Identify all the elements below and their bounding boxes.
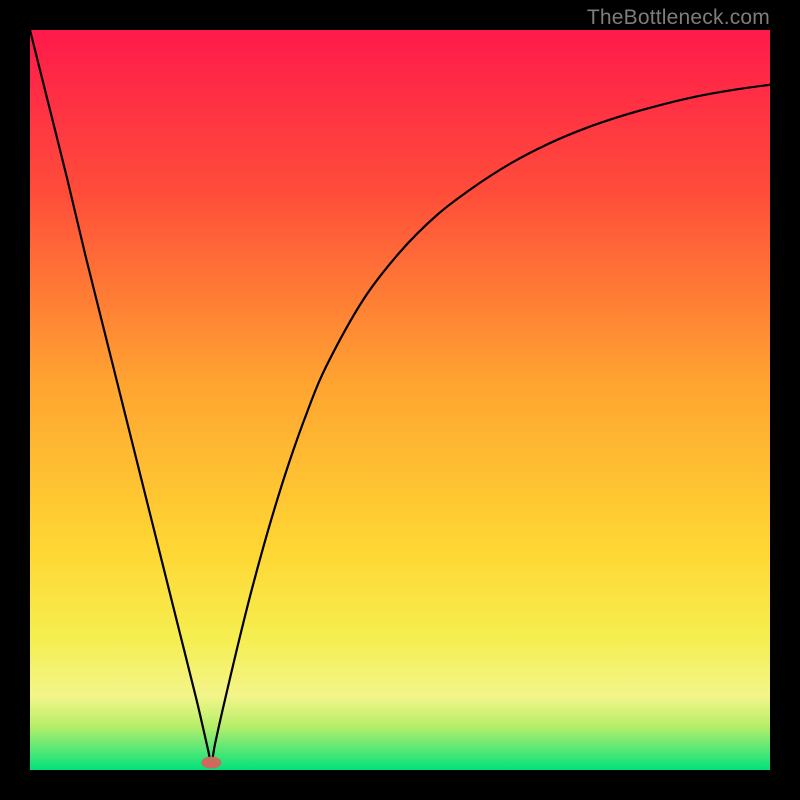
plot-area (30, 30, 770, 770)
minimum-marker (201, 757, 221, 769)
watermark-text: TheBottleneck.com (587, 6, 770, 30)
chart-frame: TheBottleneck.com (0, 0, 800, 800)
chart-svg (30, 30, 770, 770)
gradient-background (30, 30, 770, 770)
